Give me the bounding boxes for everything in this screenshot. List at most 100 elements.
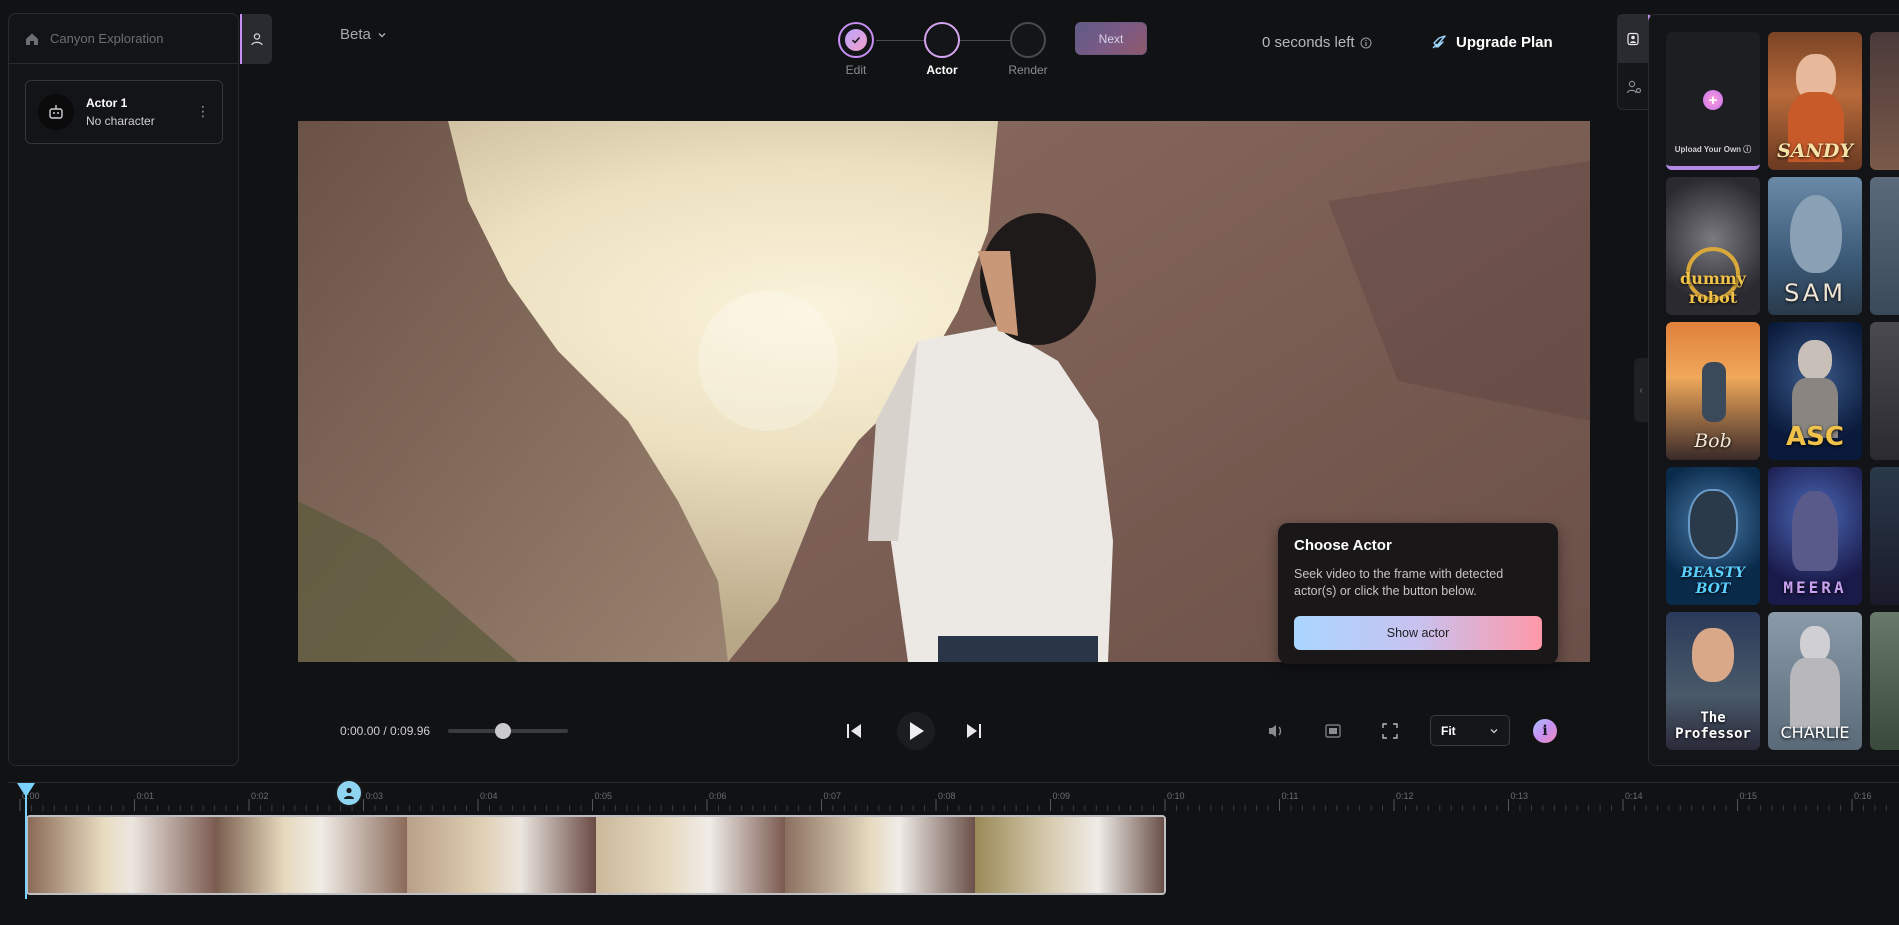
clip-frame bbox=[595, 817, 786, 893]
rocket-icon bbox=[1432, 35, 1446, 49]
fullscreen-button[interactable] bbox=[1380, 721, 1400, 741]
show-actor-button[interactable]: Show actor bbox=[1294, 616, 1542, 650]
clip-frame bbox=[406, 817, 596, 893]
check-icon bbox=[851, 36, 861, 44]
character-tile-dummy-robot[interactable]: dummy robot bbox=[1666, 177, 1760, 315]
character-tile-partial-1[interactable] bbox=[1870, 32, 1899, 170]
step-render[interactable] bbox=[1010, 22, 1046, 58]
project-name[interactable]: Canyon Exploration bbox=[50, 31, 163, 46]
tooltip-title: Choose Actor bbox=[1294, 537, 1392, 554]
clip-frame bbox=[28, 817, 218, 893]
character-tile-bob[interactable]: Bob bbox=[1666, 322, 1760, 460]
upload-your-own-label: Upload Your Own ⓘ bbox=[1674, 145, 1752, 154]
fullscreen-icon bbox=[1382, 723, 1398, 739]
more-vertical-icon[interactable]: ⋮ bbox=[196, 103, 210, 120]
playhead-handle[interactable] bbox=[17, 783, 35, 797]
ruler-tick-label: 0:10 bbox=[1167, 791, 1185, 801]
character-label-meera: MEERA bbox=[1783, 578, 1847, 597]
character-tile-partial-2[interactable] bbox=[1870, 177, 1899, 315]
choose-actor-tooltip: Choose Actor Seek video to the frame wit… bbox=[1278, 523, 1558, 664]
tab-actors[interactable] bbox=[240, 14, 272, 64]
scrub-handle[interactable] bbox=[495, 723, 512, 739]
character-label-bob: Bob bbox=[1694, 430, 1732, 452]
ruler-tick-label: 0:14 bbox=[1625, 791, 1643, 801]
upload-your-own-tile[interactable]: + Upload Your Own ⓘ bbox=[1666, 32, 1760, 170]
actor-character: No character bbox=[86, 114, 155, 128]
step-connector bbox=[876, 40, 926, 41]
plus-icon: + bbox=[1703, 90, 1723, 110]
info-button[interactable]: i bbox=[1533, 719, 1557, 743]
project-bar: Canyon Exploration bbox=[9, 14, 238, 64]
user-icon bbox=[251, 33, 263, 46]
chevron-down-icon bbox=[378, 32, 386, 37]
character-tile-beasty-bot[interactable]: BEASTY BOT bbox=[1666, 467, 1760, 605]
skip-forward-icon bbox=[967, 724, 981, 738]
timecode: 0:00.00 / 0:09.96 bbox=[340, 724, 431, 738]
timeline[interactable]: 0:00 0:01 0:02 0:03 0:04 0:05 0:06 0:07 0:08 0:09… bbox=[8, 779, 1899, 925]
volume-button[interactable] bbox=[1266, 722, 1286, 740]
character-label-beasty-bot: BEASTY BOT bbox=[1681, 565, 1745, 597]
step-label-actor: Actor bbox=[926, 63, 958, 77]
character-tile-partial-3[interactable] bbox=[1870, 322, 1899, 460]
step-actor[interactable] bbox=[924, 22, 960, 58]
play-button[interactable] bbox=[897, 712, 935, 750]
version-dropdown[interactable]: Beta bbox=[340, 26, 387, 43]
chevron-left-icon[interactable]: ‹ bbox=[1634, 358, 1648, 422]
ruler-tick-label: 0:01 bbox=[136, 791, 155, 801]
seconds-left-text: 0 seconds left bbox=[1262, 34, 1355, 51]
zoom-select[interactable]: Fit bbox=[1430, 715, 1510, 746]
home-icon[interactable] bbox=[24, 31, 40, 47]
progress-stepper: Edit Actor Render bbox=[838, 22, 1048, 82]
character-tile-charlie[interactable]: CHARLIE bbox=[1768, 612, 1862, 750]
upgrade-plan-button[interactable]: Upgrade Plan bbox=[1430, 33, 1553, 51]
step-connector bbox=[960, 40, 1010, 41]
ruler-tick-label: 0:16 bbox=[1854, 791, 1872, 801]
character-tile-partial-4[interactable] bbox=[1870, 467, 1899, 605]
ruler-tick-label: 0:03 bbox=[365, 791, 384, 801]
skip-back-button[interactable] bbox=[843, 720, 865, 742]
character-label-asc: ASC bbox=[1786, 422, 1844, 452]
character-tile-the-professor[interactable]: The Professor bbox=[1666, 612, 1760, 750]
video-clip[interactable] bbox=[26, 815, 1166, 895]
play-icon bbox=[910, 722, 924, 740]
step-edit[interactable] bbox=[838, 22, 874, 58]
volume-icon bbox=[1269, 725, 1282, 737]
frame-icon bbox=[1325, 724, 1341, 738]
tooltip-body: Seek video to the frame with detected ac… bbox=[1294, 567, 1504, 598]
ruler-tick-label: 0:07 bbox=[823, 791, 842, 801]
actors-panel: Canyon Exploration Actor 1 No character … bbox=[8, 13, 239, 766]
version-label: Beta bbox=[340, 26, 371, 43]
safe-area-button[interactable] bbox=[1323, 722, 1343, 740]
ruler-tick-label: 0:15 bbox=[1739, 791, 1758, 801]
info-icon[interactable] bbox=[1360, 37, 1372, 49]
character-label-the-professor: The Professor bbox=[1675, 710, 1751, 742]
character-tile-sam[interactable]: SAM bbox=[1768, 177, 1862, 315]
character-library: + Upload Your Own ⓘ SANDY dummy robot SA… bbox=[1648, 14, 1899, 766]
ruler-tick-label: 0:12 bbox=[1396, 791, 1414, 801]
character-tile-asc[interactable]: ASC bbox=[1768, 322, 1862, 460]
ruler-tick-label: 0:06 bbox=[709, 791, 727, 801]
character-tile-partial-5[interactable] bbox=[1870, 612, 1899, 750]
ruler-tick-label: 0:08 bbox=[938, 791, 956, 801]
ruler-tick-label: 0:13 bbox=[1510, 791, 1529, 801]
character-label-sam: SAM bbox=[1784, 279, 1846, 307]
user-settings-icon bbox=[1626, 80, 1642, 94]
playhead[interactable] bbox=[25, 787, 27, 899]
character-tile-sandy[interactable]: SANDY bbox=[1768, 32, 1862, 170]
upgrade-plan-label: Upgrade Plan bbox=[1456, 33, 1553, 51]
character-icon bbox=[1627, 32, 1639, 46]
tab-actor-settings[interactable] bbox=[1618, 63, 1650, 111]
actor-marker[interactable] bbox=[335, 779, 363, 807]
user-icon bbox=[344, 787, 354, 799]
character-tile-meera[interactable]: MEERA bbox=[1768, 467, 1862, 605]
info-icon: i bbox=[1542, 723, 1548, 739]
skip-forward-button[interactable] bbox=[963, 720, 985, 742]
character-label-sandy: SANDY bbox=[1777, 140, 1853, 162]
next-button[interactable]: Next bbox=[1075, 22, 1147, 55]
ruler-tick-label: 0:11 bbox=[1281, 791, 1299, 801]
robot-icon bbox=[49, 105, 63, 119]
seconds-left: 0 seconds left bbox=[1262, 34, 1372, 51]
tab-characters[interactable] bbox=[1618, 15, 1650, 63]
actor-card[interactable]: Actor 1 No character ⋮ bbox=[25, 80, 223, 144]
clip-frame bbox=[785, 817, 975, 893]
